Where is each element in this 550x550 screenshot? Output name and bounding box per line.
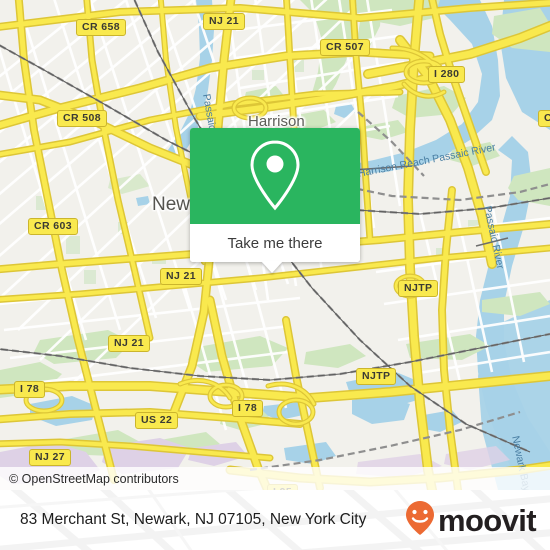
- moovit-pin-smiley-icon: [404, 499, 436, 542]
- road-shield: CR 507: [320, 39, 371, 56]
- road-shield: CR 508: [57, 110, 108, 127]
- footer-content: 83 Merchant St, Newark, NJ 07105, New Yo…: [0, 490, 550, 550]
- road-shield: CR 603: [28, 218, 79, 235]
- road-shield: I 78: [14, 381, 46, 398]
- osm-attribution-text[interactable]: © OpenStreetMap contributors: [0, 472, 179, 486]
- map-canvas[interactable]: CR 658 NJ 21 CR 507 I 280 CR 508 C CR 60…: [0, 0, 550, 490]
- road-shield: NJTP: [398, 280, 439, 297]
- location-popup[interactable]: Take me there: [190, 128, 360, 262]
- take-me-there-label: Take me there: [227, 234, 323, 252]
- road-shield: NJ 21: [108, 335, 151, 352]
- road-shield: CR 658: [76, 19, 127, 36]
- road-shield: NJ 27: [29, 449, 72, 466]
- popup-image-area: [190, 128, 360, 224]
- footer-bar: 83 Merchant St, Newark, NJ 07105, New Yo…: [0, 490, 550, 550]
- map-share-card: CR 658 NJ 21 CR 507 I 280 CR 508 C CR 60…: [0, 0, 550, 550]
- road-shield: I 78: [232, 400, 264, 417]
- address-text: 83 Merchant St, Newark, NJ 07105, New Yo…: [20, 511, 367, 528]
- popup-pointer-tail: [261, 261, 283, 273]
- map-pin-icon: [244, 136, 306, 216]
- road-shield: NJTP: [356, 368, 397, 385]
- map-attribution-bar: © OpenStreetMap contributors: [0, 467, 550, 490]
- road-shield: US 22: [135, 412, 179, 429]
- popup-action-bar[interactable]: Take me there: [190, 224, 360, 262]
- road-shield: I 280: [428, 66, 466, 83]
- road-shield: NJ 21: [160, 268, 203, 285]
- moovit-logo[interactable]: moovit: [404, 499, 537, 542]
- road-shield: NJ 21: [203, 13, 246, 30]
- road-shield: C: [538, 110, 550, 127]
- moovit-wordmark: moovit: [437, 502, 537, 538]
